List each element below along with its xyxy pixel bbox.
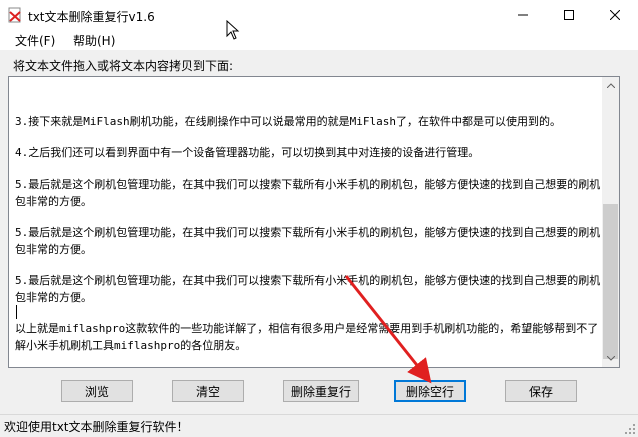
- text-input-area[interactable]: 3.接下来就是MiFlash刷机功能，在线刷操作中可以说最常用的就是MiFlas…: [8, 76, 620, 368]
- text-line: 4.之后我们还可以看到界面中有一个设备管理器功能，可以切换到其中对连接的设备进行…: [15, 146, 480, 159]
- minimize-icon: [518, 14, 528, 16]
- text-line: 3.接下来就是MiFlash刷机功能，在线刷操作中可以说最常用的就是MiFlas…: [15, 115, 561, 128]
- menu-help[interactable]: 帮助(H): [73, 32, 115, 49]
- text-line: 以上就是miflashpro这款软件的一些功能详解了，相信有很多用户是经常需要用…: [15, 322, 599, 352]
- remove-duplicates-button[interactable]: 删除重复行: [283, 380, 359, 402]
- maximize-icon: [564, 10, 574, 20]
- instruction-label: 将文本文件拖入或将文本内容拷贝到下面:: [13, 59, 234, 73]
- app-icon: [8, 7, 21, 23]
- browse-button[interactable]: 浏览: [61, 380, 133, 402]
- menu-bar: 文件(F) 帮助(H): [0, 30, 638, 50]
- scrollbar-thumb[interactable]: [603, 204, 618, 359]
- text-line: 5.最后就是这个刷机包管理功能，在其中我们可以搜索下载所有小米手机的刷机包，能够…: [15, 178, 601, 208]
- text-content[interactable]: 3.接下来就是MiFlash刷机功能，在线刷操作中可以说最常用的就是MiFlas…: [15, 77, 601, 367]
- scroll-down-button[interactable]: [602, 350, 619, 367]
- remove-blank-lines-button[interactable]: 删除空行: [394, 380, 466, 402]
- clear-button[interactable]: 清空: [172, 380, 244, 402]
- resize-grip-icon[interactable]: [624, 423, 636, 435]
- minimize-button[interactable]: [500, 0, 546, 30]
- menu-file[interactable]: 文件(F): [15, 32, 55, 49]
- scroll-up-button[interactable]: [602, 77, 619, 94]
- text-line: 5.最后就是这个刷机包管理功能，在其中我们可以搜索下载所有小米手机的刷机包，能够…: [15, 274, 601, 304]
- vertical-scrollbar[interactable]: [602, 77, 619, 367]
- close-button[interactable]: [592, 0, 638, 30]
- status-bar: 欢迎使用txt文本删除重复行软件！: [0, 414, 638, 437]
- close-icon: [610, 10, 620, 20]
- text-line: 5.最后就是这个刷机包管理功能，在其中我们可以搜索下载所有小米手机的刷机包，能够…: [15, 226, 601, 256]
- chevron-down-icon: [606, 356, 615, 361]
- chevron-up-icon: [606, 83, 615, 88]
- maximize-button[interactable]: [546, 0, 592, 30]
- save-button[interactable]: 保存: [505, 380, 577, 402]
- status-text: 欢迎使用txt文本删除重复行软件！: [4, 420, 189, 434]
- text-caret: [16, 305, 17, 319]
- title-bar: txt文本删除重复行v1.6: [0, 0, 638, 30]
- mouse-cursor-icon: [226, 20, 240, 40]
- window-title: txt文本删除重复行v1.6: [28, 10, 155, 24]
